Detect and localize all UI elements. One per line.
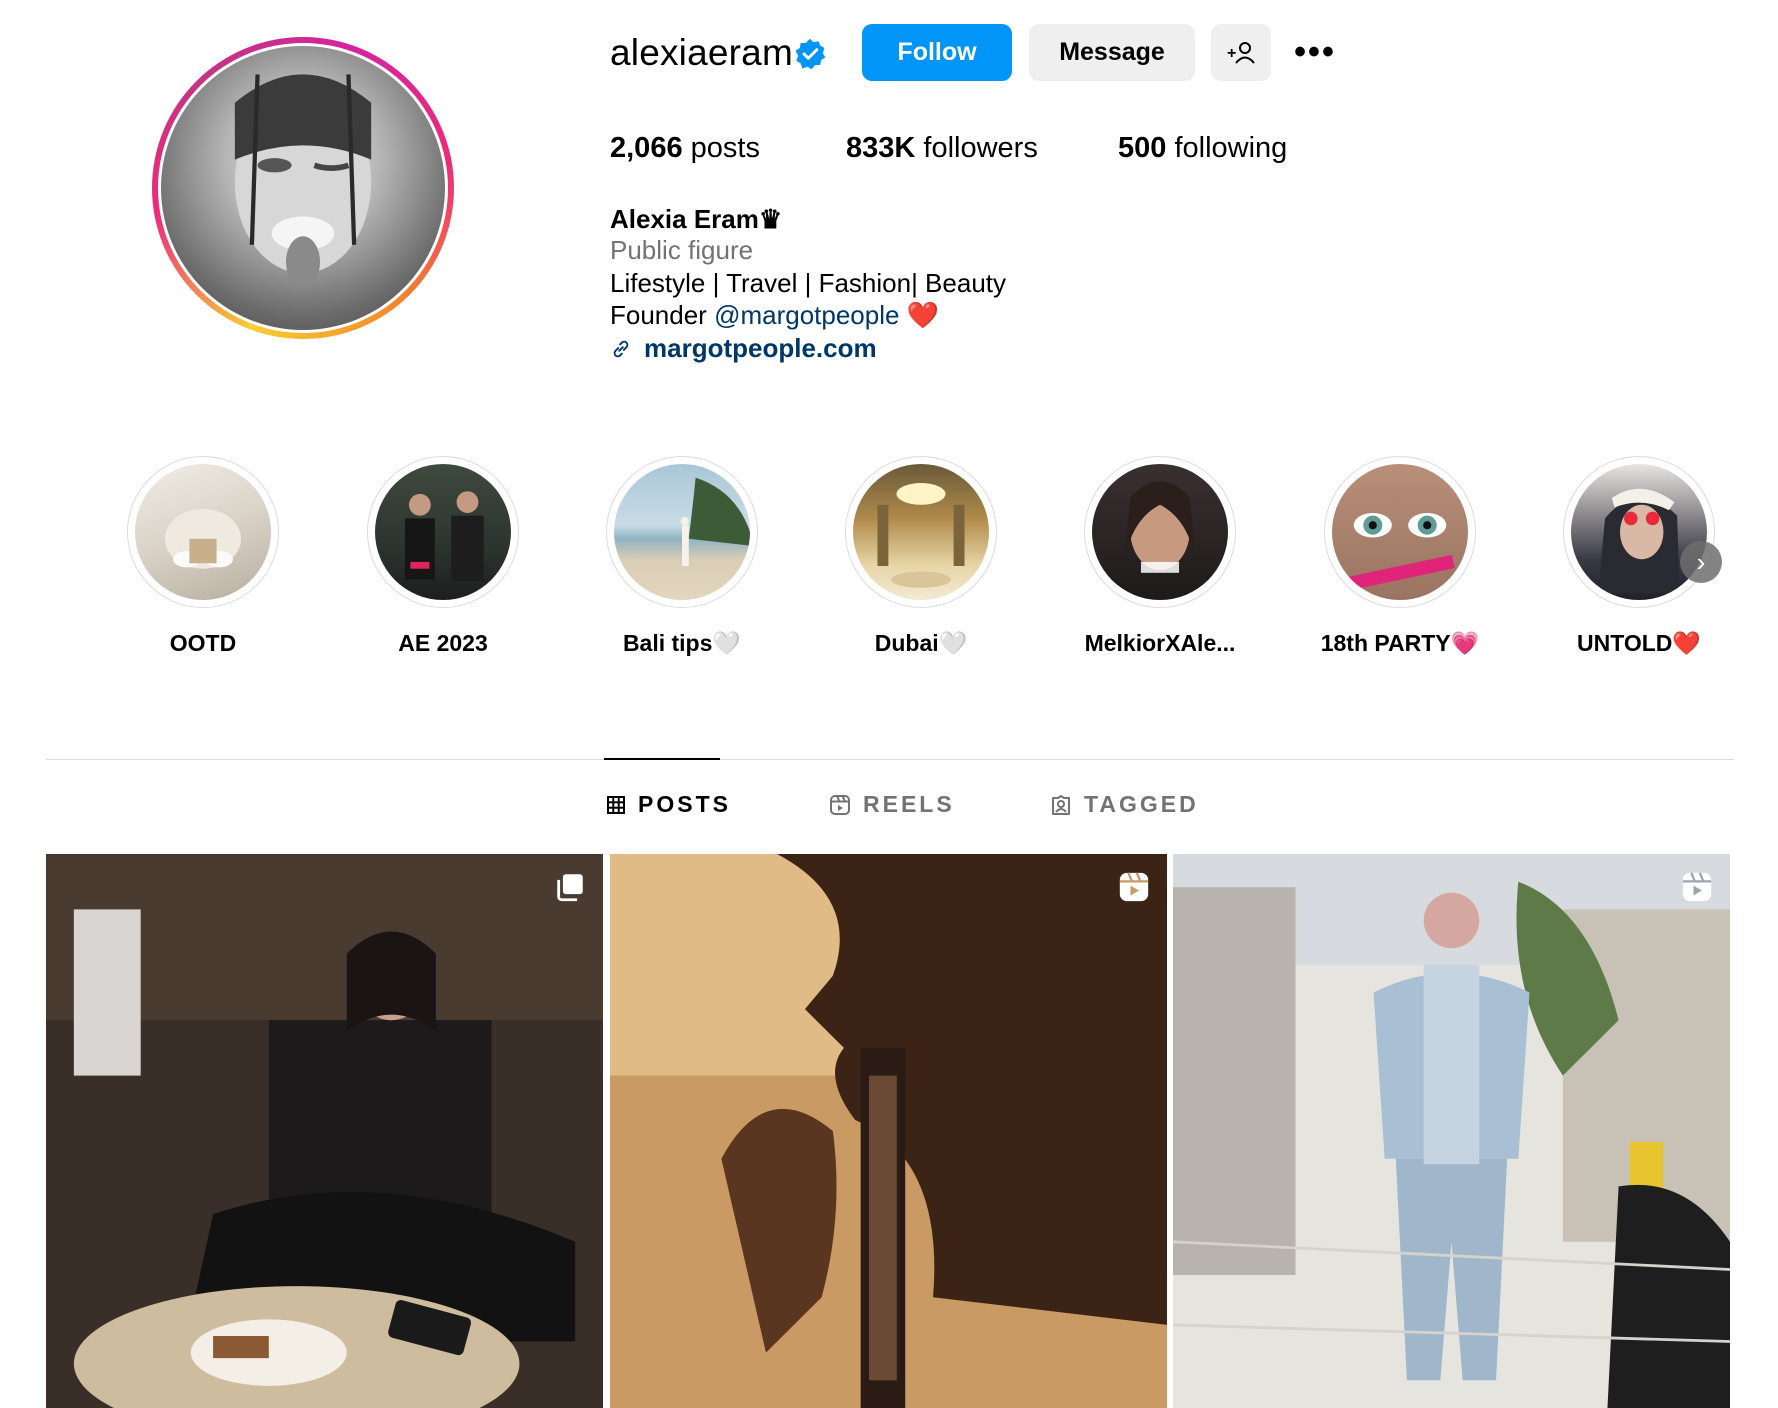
highlights-next-button[interactable]: › <box>1680 541 1722 583</box>
tab-label: REELS <box>863 791 955 817</box>
reel-icon <box>1119 872 1149 902</box>
tagged-icon <box>1052 794 1070 815</box>
reels-icon <box>830 794 850 815</box>
following-stat-label: following <box>1174 132 1288 164</box>
highlight-ae-2023[interactable]: AE 2023 <box>348 456 538 657</box>
profile-username: alexiaeram <box>610 32 793 73</box>
message-button[interactable]: Message <box>1029 24 1195 81</box>
posts-stat-label: posts <box>690 132 760 164</box>
tab-reels[interactable]: REELS <box>829 791 955 818</box>
follow-button[interactable]: Follow <box>862 24 1012 81</box>
highlight-bali-tips[interactable]: Bali tips🤍 <box>587 456 777 657</box>
posts-count: 2,066 <box>610 132 683 164</box>
external-link[interactable]: margotpeople.com <box>610 333 877 364</box>
highlight-ootd[interactable]: OOTD <box>108 456 298 657</box>
highlight-cover <box>135 464 271 600</box>
highlight-cover <box>853 464 989 600</box>
bio-founder-text: Founder <box>610 300 715 330</box>
tab-tagged[interactable]: TAGGED <box>1050 791 1199 818</box>
heart-emoji: ❤️ <box>899 300 940 330</box>
chevron-right-icon: › <box>1696 546 1706 577</box>
highlight-ring <box>845 456 997 608</box>
highlight-ring <box>367 456 519 608</box>
post-thumbnail[interactable] <box>610 854 1167 1408</box>
link-icon <box>613 340 629 357</box>
post-thumbnail[interactable] <box>46 854 603 1408</box>
svg-text:+: + <box>1227 45 1236 62</box>
profile-category: Public figure <box>610 235 754 265</box>
followers-count: 833K <box>846 132 916 164</box>
avatar-photo <box>161 46 445 330</box>
more-options-button[interactable]: ••• <box>1288 24 1342 81</box>
carousel-icon <box>557 874 583 902</box>
tabs-divider <box>46 759 1734 760</box>
highlight-label: Bali tips🤍 <box>622 630 742 656</box>
followers-stat-label: followers <box>923 132 1038 164</box>
post-image <box>610 854 1167 1408</box>
followers-stat[interactable]: 833K followers <box>846 132 1038 165</box>
post-image <box>1173 854 1730 1408</box>
post-thumbnail[interactable] <box>1173 854 1730 1408</box>
highlight-cover <box>1092 464 1228 600</box>
highlight-melkiorxalexia[interactable]: MelkiorXAle... <box>1065 456 1255 657</box>
tab-label: TAGGED <box>1084 791 1199 817</box>
external-link-text: margotpeople.com <box>644 333 877 363</box>
highlight-label: 18th PARTY💗 <box>1320 630 1480 656</box>
add-user-icon: + <box>1227 41 1255 64</box>
highlight-dubai[interactable]: Dubai🤍 <box>826 456 1016 657</box>
verified-badge-icon <box>795 38 826 70</box>
highlight-ring <box>1563 456 1715 608</box>
grid-icon <box>607 795 625 814</box>
highlight-cover <box>375 464 511 600</box>
tab-posts[interactable]: POSTS <box>606 791 731 818</box>
reel-icon <box>1682 872 1712 902</box>
highlight-label: MelkiorXAle... <box>1084 630 1236 656</box>
highlight-cover <box>614 464 750 600</box>
tab-label: POSTS <box>638 791 731 817</box>
bio-line-1: Lifestyle | Travel | Fashion| Beauty <box>610 268 1007 298</box>
highlight-ring <box>127 456 279 608</box>
highlight-ring <box>1324 456 1476 608</box>
bio-line-2: Founder @margotpeople ❤️ <box>610 300 939 331</box>
profile-full-name: Alexia Eram♛ <box>610 204 783 234</box>
add-user-button[interactable]: + <box>1211 24 1271 81</box>
highlight-ring <box>606 456 758 608</box>
highlight-cover <box>1332 464 1468 600</box>
active-tab-indicator <box>604 758 720 760</box>
highlight-cover <box>1571 464 1707 600</box>
profile-avatar[interactable] <box>152 37 454 339</box>
mention-link[interactable]: @margotpeople <box>714 300 899 330</box>
following-count: 500 <box>1118 132 1167 164</box>
posts-stat: 2,066 posts <box>610 132 760 165</box>
highlight-label: OOTD <box>169 630 237 656</box>
highlight-label: AE 2023 <box>398 630 488 656</box>
highlight-label: UNTOLD❤️ <box>1576 630 1702 656</box>
post-image <box>46 854 603 1408</box>
highlight-18th-party[interactable]: 18th PARTY💗 <box>1305 456 1495 657</box>
following-stat[interactable]: 500 following <box>1118 132 1287 165</box>
highlight-ring <box>1084 456 1236 608</box>
highlight-label: Dubai🤍 <box>874 630 968 656</box>
